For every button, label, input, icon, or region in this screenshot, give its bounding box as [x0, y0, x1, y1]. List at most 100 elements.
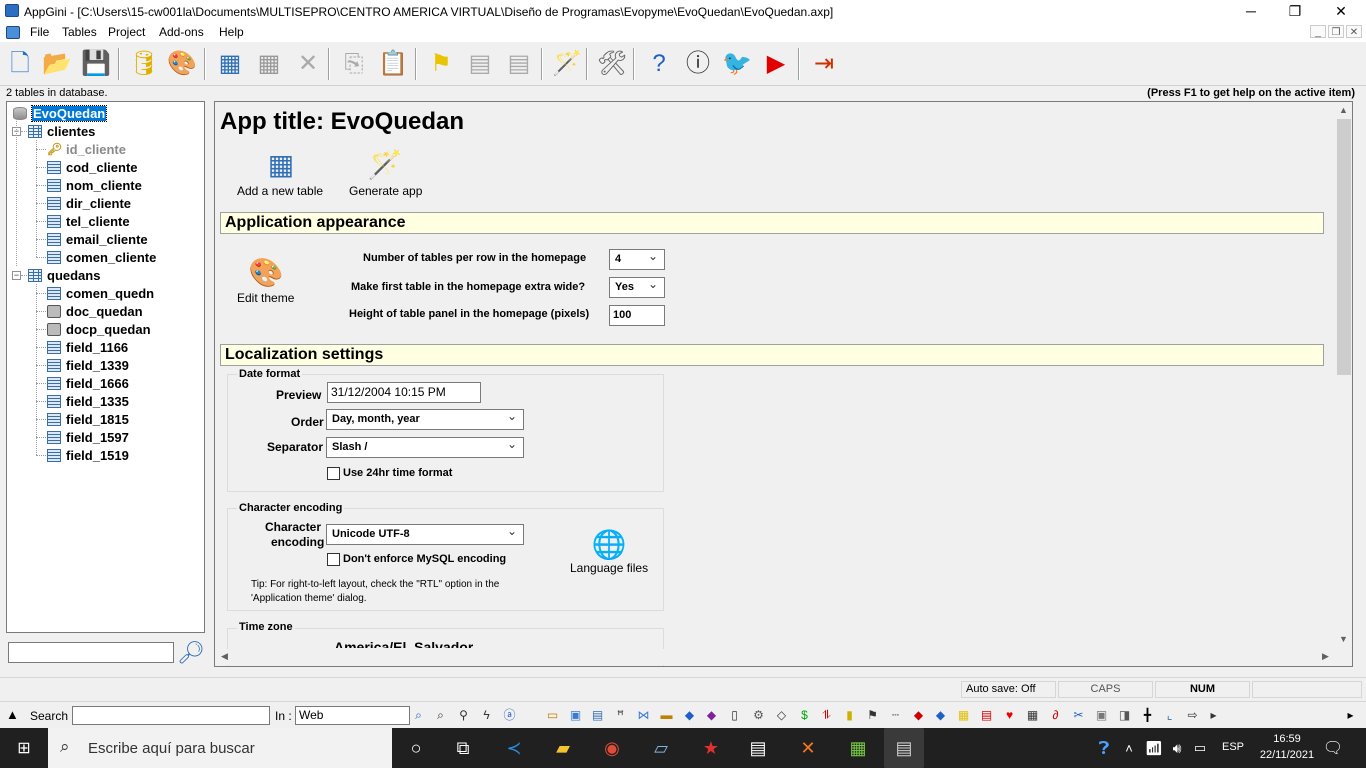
new-table-icon[interactable]: ▦	[212, 47, 248, 81]
tree-field-docp_quedan[interactable]: docp_quedan	[47, 320, 151, 338]
notes-app-icon[interactable]: ▱	[647, 734, 675, 762]
search-tool-icon[interactable]: ▦	[956, 708, 971, 723]
tree-project-node[interactable]: EvoQuedan	[13, 104, 108, 122]
red-star-app-icon[interactable]: ★	[697, 734, 725, 762]
search-tool-icon[interactable]: ⓐ	[502, 708, 517, 723]
charset-select[interactable]: Unicode UTF-8	[326, 522, 524, 545]
add-table-button[interactable]: Add a new table	[237, 184, 323, 198]
exit-icon[interactable]: ⇥	[806, 47, 842, 81]
tree-field-field_1339[interactable]: field_1339	[47, 356, 129, 374]
move-up-icon[interactable]: ▤	[501, 47, 537, 81]
time-zone-value[interactable]: America/El_Salvador	[334, 638, 473, 648]
theme-palette-icon[interactable]: 🎨	[164, 47, 200, 81]
help-tray-icon[interactable]: ❓︎	[1090, 734, 1118, 762]
generate-wand-icon[interactable]: 🪄	[367, 147, 403, 181]
tree-table-clientes[interactable]: clientes	[28, 122, 95, 140]
tree-field-comen_cliente[interactable]: comen_cliente	[47, 248, 156, 266]
no-enforce-encoding-checkbox[interactable]	[327, 553, 340, 566]
search-tool-icon[interactable]: ◇	[774, 708, 789, 723]
file-explorer-icon[interactable]: ▰	[549, 734, 577, 762]
flag-icon[interactable]: ⚑	[423, 47, 459, 81]
copy-icon[interactable]: ⎘	[336, 47, 372, 81]
menu-addons[interactable]: Add-ons	[159, 25, 204, 39]
tools-icon[interactable]: 🛠	[594, 47, 630, 81]
search-tool-icon[interactable]: ▭	[545, 708, 560, 723]
search-tool-icon[interactable]: ▣	[568, 708, 583, 723]
search-tool-icon[interactable]: ▤	[590, 708, 605, 723]
search-tool-icon[interactable]: ⚲	[456, 708, 471, 723]
help-icon[interactable]: ?	[641, 47, 677, 81]
search-tool-icon[interactable]: ▯	[727, 708, 742, 723]
menu-help[interactable]: Help	[219, 25, 244, 39]
tree-search-input[interactable]	[8, 642, 174, 663]
theme-palette-icon[interactable]: 🎨	[248, 255, 284, 289]
add-table-icon[interactable]: ▦	[263, 147, 299, 181]
search-tool-icon[interactable]: ◆	[704, 708, 719, 723]
toolbar-search-input[interactable]	[72, 706, 270, 725]
generate-wand-icon[interactable]: 🪄	[549, 47, 585, 81]
search-engine-select[interactable]: Web	[295, 706, 410, 725]
project-tree[interactable]: EvoQuedan − clientes 🔑︎ id_cliente cod_client…	[6, 101, 205, 633]
use-24hr-checkbox[interactable]	[327, 467, 340, 480]
search-tool-icon[interactable]: ♥	[1002, 708, 1017, 723]
table-grid-icon[interactable]: ▦	[251, 47, 287, 81]
search-tool-icon[interactable]: ⇨	[1185, 708, 1200, 723]
new-project-icon[interactable]: 🗋	[2, 47, 38, 81]
tree-field-cod_cliente[interactable]: cod_cliente	[47, 158, 138, 176]
date-order-select[interactable]: Day, month, year	[326, 407, 524, 430]
search-tool-icon[interactable]: ▸	[1206, 708, 1221, 723]
search-tool-icon[interactable]: ◨	[1117, 708, 1132, 723]
tree-field-field_1335[interactable]: field_1335	[47, 392, 129, 410]
appgini-taskbar-icon[interactable]: ▤	[884, 728, 924, 768]
xampp-icon[interactable]: ✕	[794, 734, 822, 762]
search-tool-icon[interactable]: ϟ	[479, 708, 494, 723]
mdi-minimize-button[interactable]: _	[1310, 25, 1326, 38]
move-down-icon[interactable]: ▤	[462, 47, 498, 81]
search-tool-icon[interactable]: ┄	[888, 708, 903, 723]
tree-field-field_1597[interactable]: field_1597	[47, 428, 129, 446]
search-tool-icon[interactable]: ⌕	[433, 708, 448, 723]
vertical-scroll-thumb[interactable]	[1337, 119, 1351, 375]
taskbar-search-box[interactable]: ⌕ Escribe aquí para buscar	[48, 728, 392, 768]
search-tool-icon[interactable]: ⌕	[411, 708, 426, 723]
mdi-close-button[interactable]: ✕	[1346, 25, 1362, 38]
tree-field-field_1815[interactable]: field_1815	[47, 410, 129, 428]
color-app-icon[interactable]: ▦	[844, 734, 872, 762]
menu-tables[interactable]: Tables	[62, 25, 97, 39]
search-tool-icon[interactable]: ▤	[979, 708, 994, 723]
tree-field-tel_cliente[interactable]: tel_cliente	[47, 212, 130, 230]
search-tool-icon[interactable]: ◆	[911, 708, 926, 723]
search-tool-icon[interactable]: ⚑	[865, 708, 880, 723]
globe-icon[interactable]: 🌐	[591, 527, 627, 561]
open-project-icon[interactable]: 📂	[39, 47, 75, 81]
toolbar-overflow-icon[interactable]: ▸	[1343, 708, 1358, 723]
close-button[interactable]: ✕	[1318, 0, 1364, 22]
search-tool-icon[interactable]: ◆	[933, 708, 948, 723]
search-tool-icon[interactable]: ▣	[1094, 708, 1109, 723]
horizontal-scrollbar[interactable]: ◀ ▶	[216, 649, 1335, 665]
search-tool-icon[interactable]: ▬	[659, 708, 674, 723]
date-separator-select[interactable]: Slash /	[326, 435, 524, 458]
database-icon[interactable]: 🛢	[126, 47, 162, 81]
search-tool-icon[interactable]: ▦	[1025, 708, 1040, 723]
search-tool-icon[interactable]: ✂	[1071, 708, 1086, 723]
menu-file[interactable]: File	[30, 25, 49, 39]
tree-field-field_1666[interactable]: field_1666	[47, 374, 129, 392]
delete-icon[interactable]: ✕	[290, 47, 326, 81]
battery-icon[interactable]: ▭	[1186, 734, 1214, 762]
youtube-icon[interactable]: ▶	[758, 47, 794, 81]
search-tool-icon[interactable]: ꟸ	[613, 708, 628, 723]
search-tool-icon[interactable]: ╋	[1140, 708, 1155, 723]
taskbar-date[interactable]: 22/11/2021	[1252, 749, 1322, 761]
tables-per-row-select[interactable]: 4	[609, 247, 665, 270]
minimize-button[interactable]: ─	[1228, 0, 1274, 22]
taskbar-time[interactable]: 16:59	[1262, 733, 1312, 745]
tree-field-comen_quedn[interactable]: comen_quedn	[47, 284, 154, 302]
tree-field-dir_cliente[interactable]: dir_cliente	[47, 194, 131, 212]
search-tool-icon[interactable]: ⚙	[751, 708, 766, 723]
tray-chevron-icon[interactable]: ˄	[1115, 734, 1143, 762]
search-tool-icon[interactable]: ▮	[842, 708, 857, 723]
language-files-button[interactable]: Language files	[570, 561, 648, 575]
info-icon[interactable]: ⓘ	[680, 47, 716, 81]
menu-project[interactable]: Project	[108, 25, 145, 39]
